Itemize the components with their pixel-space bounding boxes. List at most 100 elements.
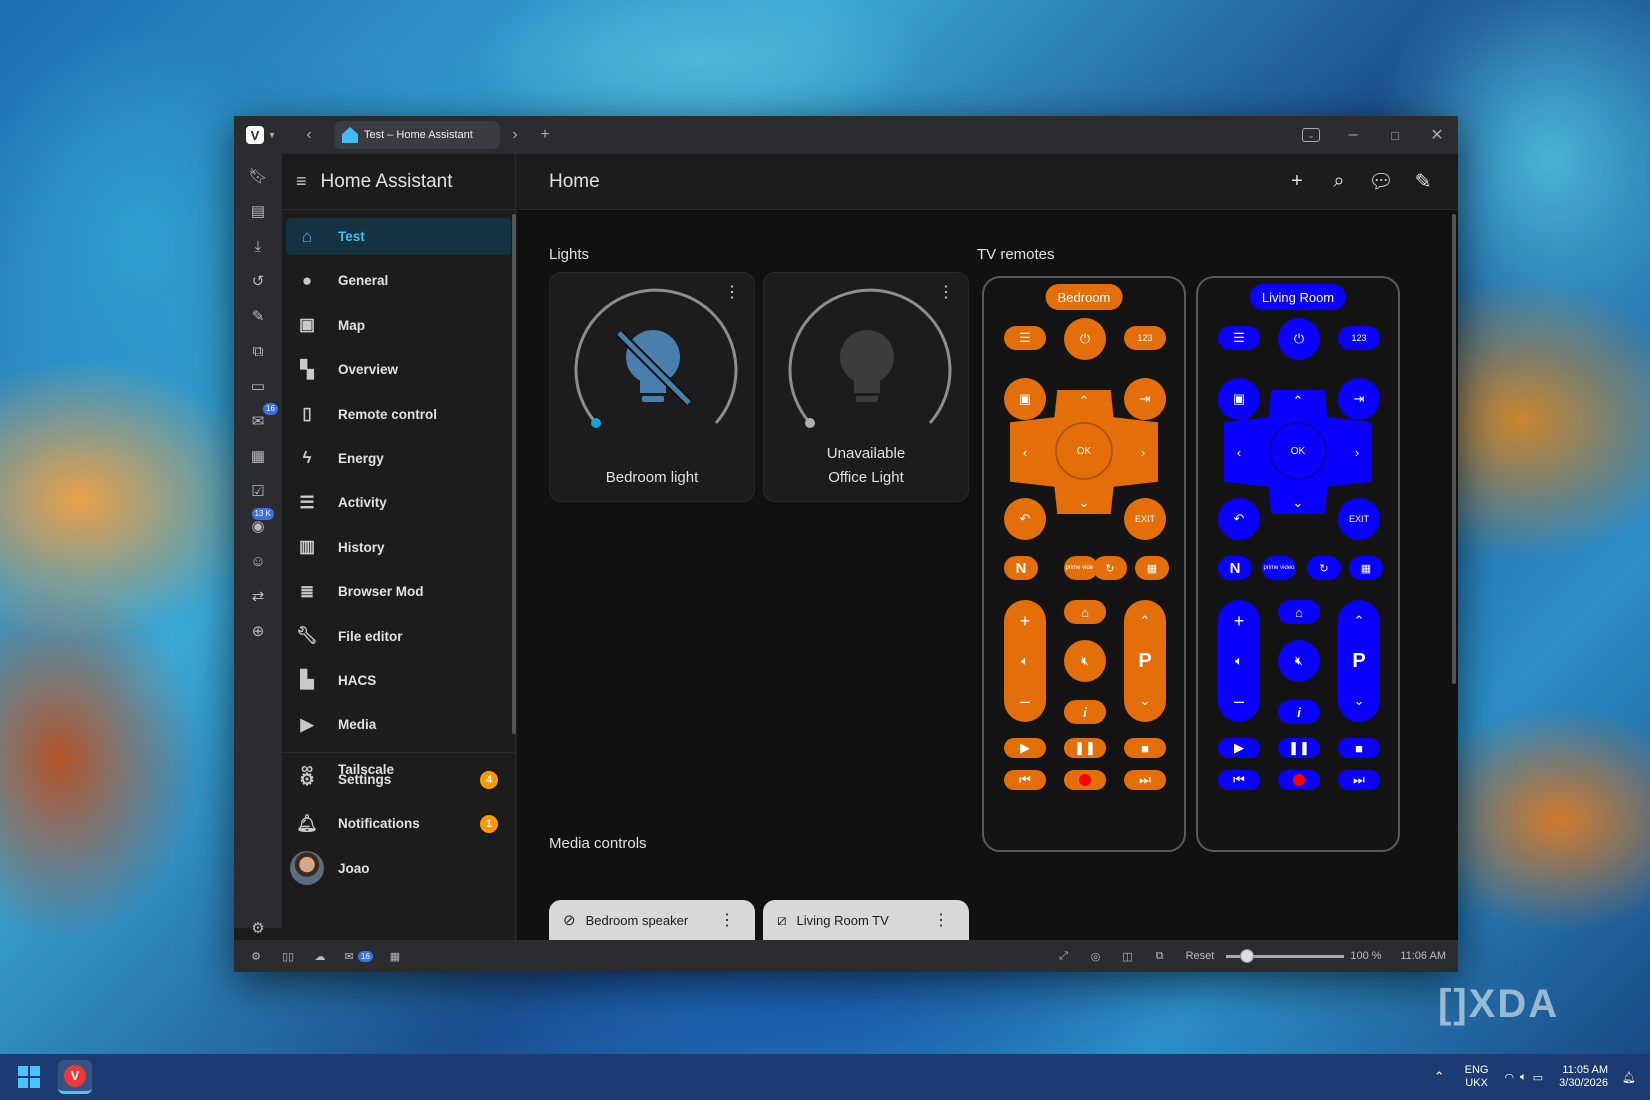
guide-icon[interactable]: ▦ bbox=[1349, 556, 1383, 580]
record-icon[interactable] bbox=[1278, 770, 1320, 790]
netflix-button[interactable]: N bbox=[1004, 556, 1038, 580]
page-actions-icon[interactable]: ⧉ bbox=[1144, 950, 1176, 963]
sync-icon[interactable]: ⇄ bbox=[246, 584, 270, 608]
feed-icon[interactable]: ◉ 13 K bbox=[246, 508, 274, 538]
language-indicator[interactable]: ENG bbox=[1465, 1064, 1489, 1077]
volume-up-icon[interactable]: + bbox=[1218, 608, 1260, 634]
fast-forward-icon[interactable]: ⏭ bbox=[1338, 770, 1380, 790]
media-card-living-room-tv[interactable]: ⧄ Living Room TV ⋮ bbox=[763, 900, 969, 940]
minimize-icon[interactable]: – bbox=[1332, 116, 1374, 154]
menu-list-icon[interactable]: ☰ bbox=[1004, 326, 1046, 350]
num-button[interactable]: 123 bbox=[1338, 326, 1380, 350]
notification-bell-icon[interactable]: 🔔︎ bbox=[1622, 1071, 1636, 1084]
record-icon[interactable] bbox=[1064, 770, 1106, 790]
volume-down-icon[interactable]: – bbox=[1004, 688, 1046, 714]
nav-item-history[interactable]: ▥ History bbox=[286, 529, 511, 566]
rewind-icon[interactable]: ⏮ bbox=[1004, 770, 1046, 790]
nav-item-test[interactable]: ⌂ Test bbox=[286, 218, 511, 255]
volume-icon[interactable]: 🔈︎ bbox=[1520, 1071, 1527, 1084]
window-icon[interactable]: ▭ bbox=[246, 374, 270, 398]
panel-settings-icon[interactable]: ⚙ bbox=[246, 916, 270, 940]
windows-start-icon[interactable] bbox=[18, 1066, 40, 1088]
left-icon[interactable]: ‹ bbox=[1226, 441, 1252, 463]
cloud-icon[interactable]: ☁ bbox=[308, 950, 332, 963]
main-scrollbar[interactable] bbox=[1452, 214, 1456, 684]
download-icon[interactable]: ⤓ bbox=[246, 234, 270, 258]
panel-toggle-icon[interactable]: ⚙ bbox=[244, 950, 268, 963]
right-icon[interactable]: › bbox=[1344, 441, 1370, 463]
calendar-icon[interactable]: ▦ bbox=[385, 950, 405, 963]
mute-icon[interactable]: 🔇︎ bbox=[1278, 640, 1320, 682]
nav-item-general[interactable]: ● General bbox=[286, 262, 511, 299]
netflix-button[interactable]: N bbox=[1218, 556, 1252, 580]
sidebar-scrollbar[interactable] bbox=[512, 214, 516, 734]
channel-button[interactable]: P bbox=[1124, 646, 1166, 676]
capture-icon[interactable]: ⤢ bbox=[1048, 950, 1080, 963]
light-card-office[interactable]: ⋮ Unavailable Office Light bbox=[763, 272, 969, 502]
tab-back-icon[interactable]: ‹ bbox=[294, 116, 324, 154]
play-icon[interactable]: ▶ bbox=[1218, 738, 1260, 758]
light-card-bedroom[interactable]: ⋮ Bedroom light bbox=[549, 272, 755, 502]
maximize-icon[interactable]: □ bbox=[1374, 116, 1416, 154]
nav-item-hacs[interactable]: ▙ HACS bbox=[286, 662, 511, 699]
nav-item-file-editor[interactable]: 🔧︎ File editor bbox=[286, 618, 511, 655]
taskbar-time[interactable]: 11:05 AM bbox=[1562, 1064, 1608, 1077]
speaker-volume-icon[interactable]: 🔈︎ bbox=[1004, 648, 1046, 674]
speaker-icon[interactable]: ▣ bbox=[1218, 378, 1260, 420]
info-button[interactable]: i bbox=[1064, 700, 1106, 724]
app-icon[interactable]: ↻ bbox=[1307, 556, 1341, 580]
volume-down-icon[interactable]: – bbox=[1218, 688, 1260, 714]
play-icon[interactable]: ▶ bbox=[1004, 738, 1046, 758]
exit-button[interactable]: EXIT bbox=[1338, 498, 1380, 540]
stop-icon[interactable]: ■ bbox=[1338, 738, 1380, 758]
mute-icon[interactable]: 🔇︎ bbox=[1064, 640, 1106, 682]
nav-item-media[interactable]: ▶ Media bbox=[286, 706, 511, 743]
keyboard-layout[interactable]: UKX bbox=[1465, 1077, 1488, 1090]
up-icon[interactable]: ⌃ bbox=[1284, 390, 1312, 412]
office-light-dial[interactable] bbox=[764, 285, 970, 445]
mail-icon[interactable]: ✉ 16 bbox=[246, 403, 278, 433]
nav-item-settings[interactable]: ⚙ Settings 4 bbox=[286, 761, 512, 798]
history-icon[interactable]: ↺ bbox=[246, 269, 270, 293]
home-icon[interactable]: ⌂ bbox=[1278, 600, 1320, 624]
vivaldi-taskbar-icon[interactable]: V bbox=[58, 1060, 92, 1094]
search-icon[interactable]: ⌕ bbox=[1318, 161, 1360, 203]
back-icon[interactable]: ↶ bbox=[1218, 498, 1260, 540]
more-options-icon[interactable]: ⋮ bbox=[933, 910, 949, 930]
tile-icon[interactable]: ▯▯ bbox=[276, 950, 300, 963]
pause-icon[interactable]: ❚❚ bbox=[1278, 738, 1320, 758]
nav-item-overview[interactable]: ▚ Overview bbox=[286, 351, 511, 388]
nav-item-browser-mod[interactable]: ≣ Browser Mod bbox=[286, 573, 511, 610]
tray-chevron-icon[interactable]: ⌃ bbox=[1434, 1069, 1445, 1085]
tasks-icon[interactable]: ☑ bbox=[246, 479, 270, 503]
assist-icon[interactable]: 💬︎ bbox=[1360, 161, 1402, 203]
add-icon[interactable]: + bbox=[1276, 161, 1318, 203]
right-icon[interactable]: › bbox=[1130, 441, 1156, 463]
nav-item-energy[interactable]: ϟ Energy bbox=[286, 440, 511, 477]
up-icon[interactable]: ⌃ bbox=[1070, 390, 1098, 412]
tab-list-icon[interactable]: ⌄ bbox=[1296, 116, 1326, 154]
down-icon[interactable]: ⌄ bbox=[1284, 492, 1312, 514]
power-icon[interactable]: ⏻ bbox=[1278, 318, 1320, 360]
nav-item-activity[interactable]: ☰ Activity bbox=[286, 484, 511, 521]
home-icon[interactable]: ⌂ bbox=[1064, 600, 1106, 624]
menu-collapse-icon[interactable]: ≡ bbox=[296, 171, 307, 192]
zoom-reset-button[interactable]: Reset bbox=[1186, 950, 1215, 962]
nav-item-remote-control[interactable]: ▯ Remote control bbox=[286, 396, 511, 433]
page-tiling-icon[interactable]: ◫ bbox=[1112, 950, 1144, 963]
speaker-volume-icon[interactable]: 🔈︎ bbox=[1218, 648, 1260, 674]
battery-icon[interactable]: ▭ bbox=[1533, 1071, 1543, 1084]
new-tab-icon[interactable]: + bbox=[530, 116, 560, 154]
screenshot-icon[interactable]: ◎ bbox=[1080, 950, 1112, 963]
calendar-icon[interactable]: ▦ bbox=[246, 444, 270, 468]
exit-button[interactable]: EXIT bbox=[1124, 498, 1166, 540]
app-icon[interactable]: ↻ bbox=[1093, 556, 1127, 580]
guide-icon[interactable]: ▦ bbox=[1135, 556, 1169, 580]
chevron-down-icon[interactable]: ▾ bbox=[264, 116, 280, 154]
power-icon[interactable]: ⏻ bbox=[1064, 318, 1106, 360]
volume-up-icon[interactable]: + bbox=[1004, 608, 1046, 634]
channel-down-icon[interactable]: ⌄ bbox=[1124, 688, 1166, 714]
zoom-slider[interactable] bbox=[1226, 948, 1345, 963]
info-button[interactable]: i bbox=[1278, 700, 1320, 724]
stop-icon[interactable]: ■ bbox=[1124, 738, 1166, 758]
